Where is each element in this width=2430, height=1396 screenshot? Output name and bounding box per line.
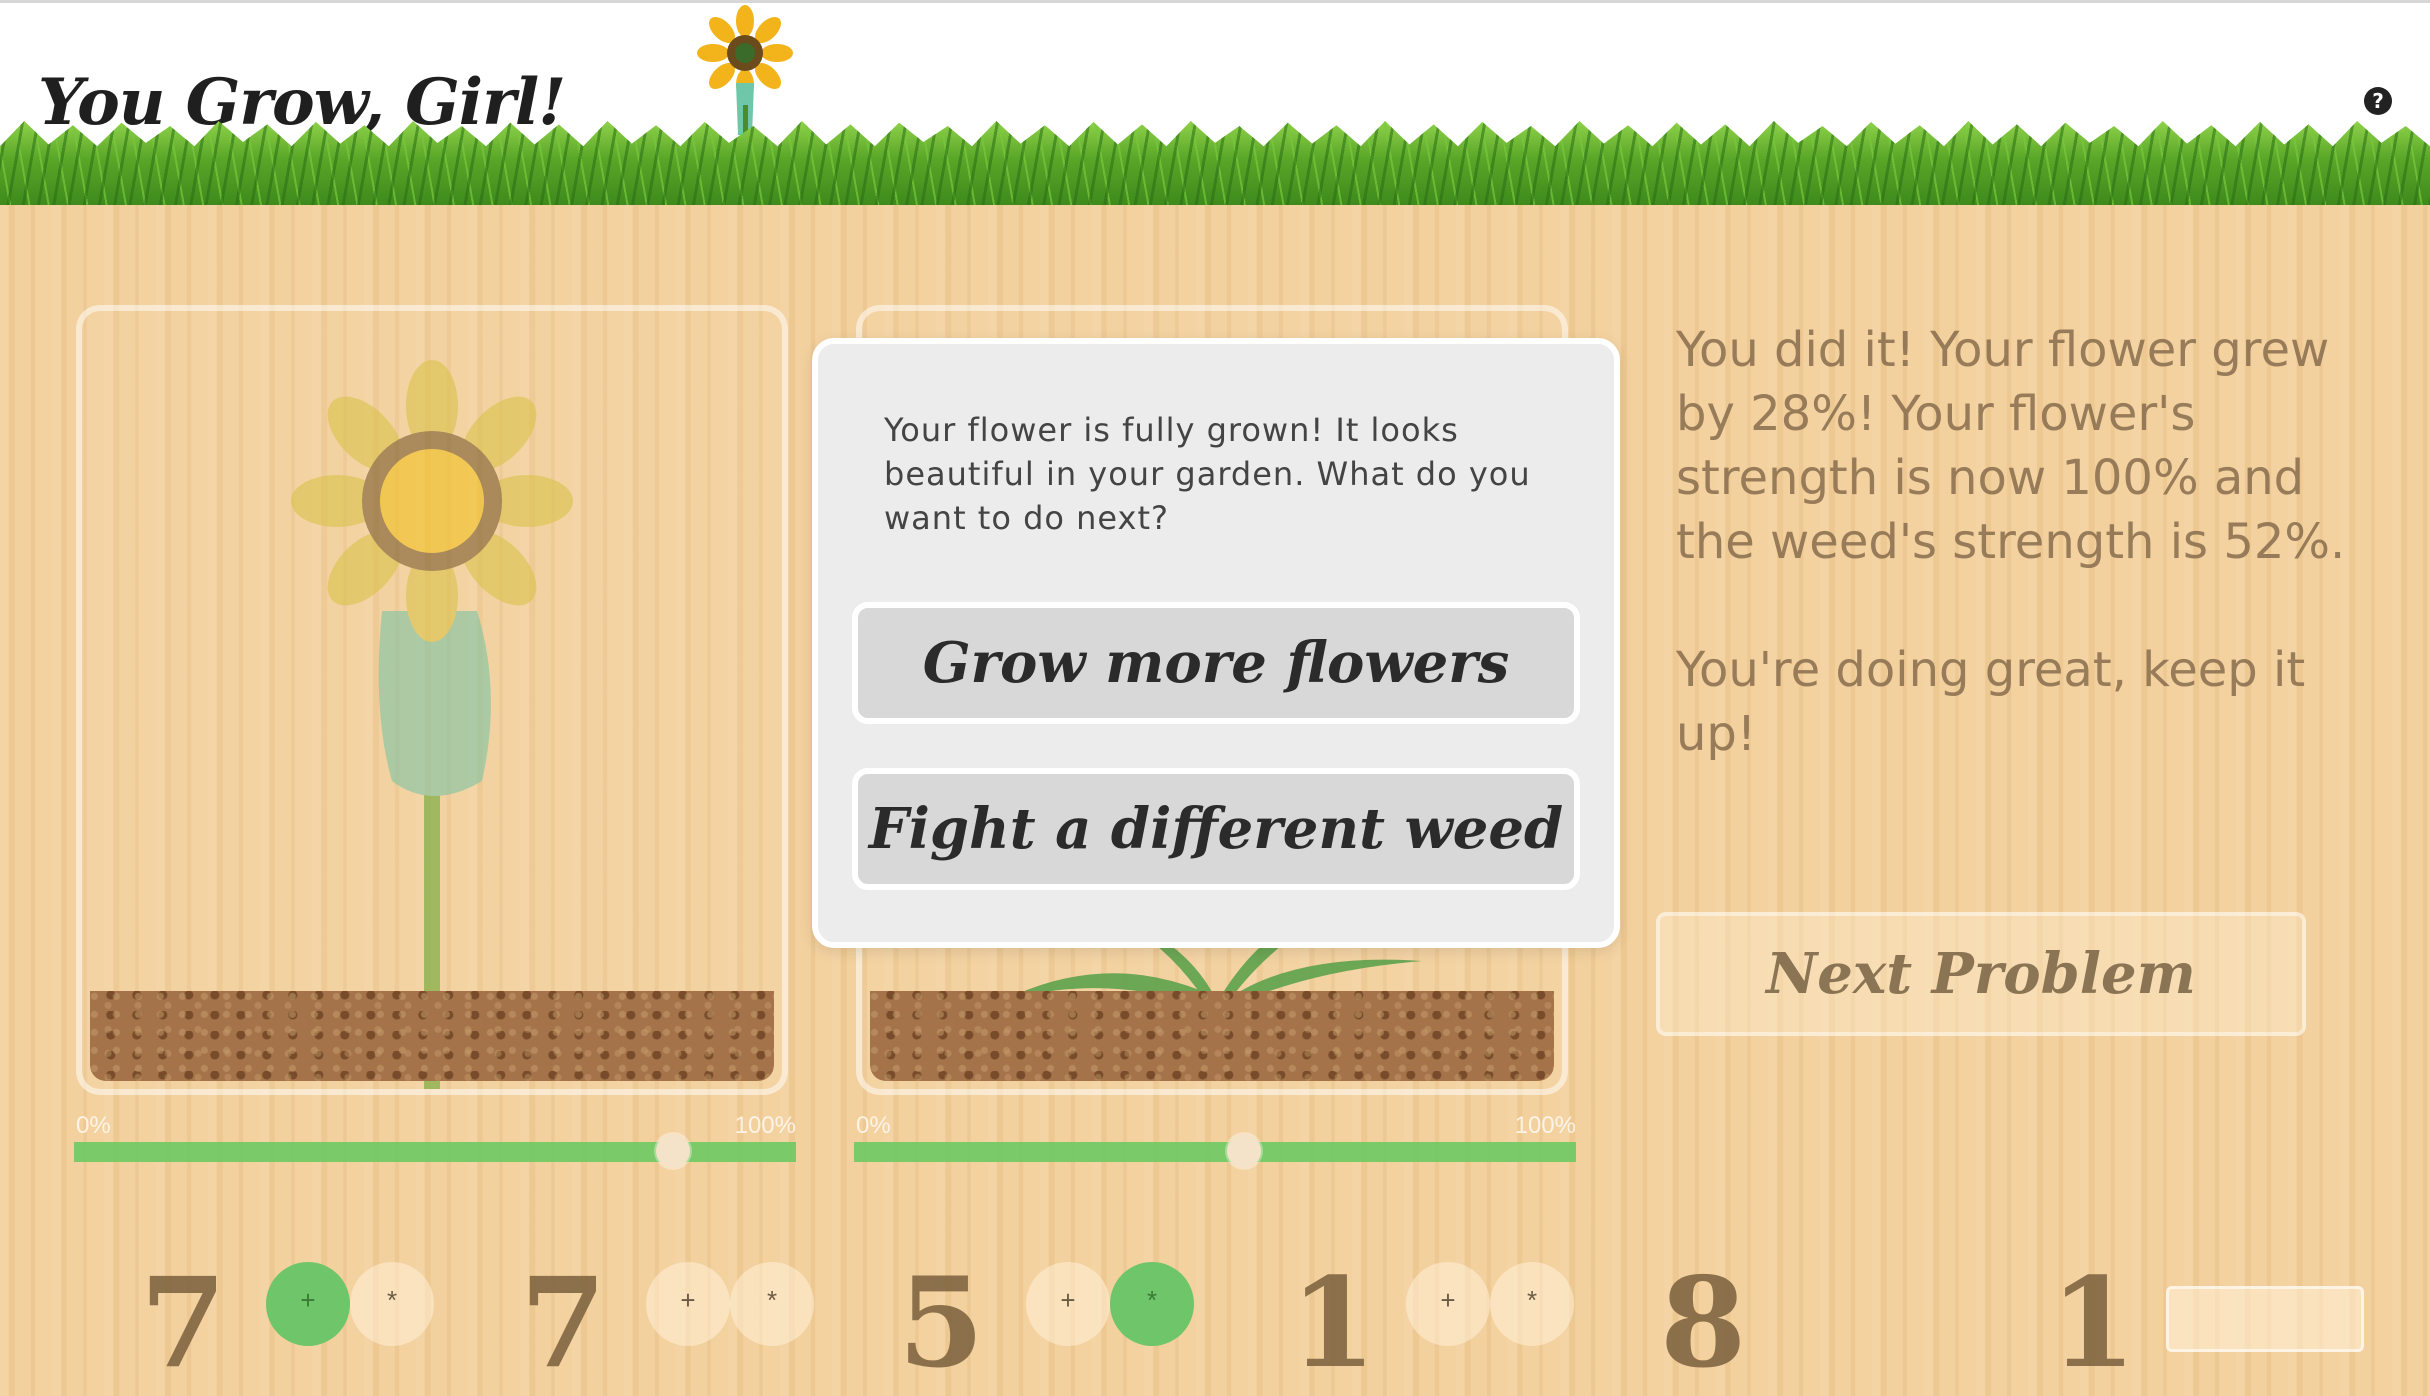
slider-max-label: 100% — [734, 1112, 796, 1139]
submit-button[interactable] — [2166, 1286, 2364, 1352]
plus-operator-button[interactable]: + — [1406, 1262, 1490, 1346]
feedback-result: You did it! Your flower grew by 28%! You… — [1676, 322, 2346, 570]
times-operator-button[interactable]: * — [730, 1262, 814, 1346]
slider-max-label: 100% — [1514, 1112, 1576, 1139]
sunflower-icon — [291, 360, 573, 1089]
digit: 1 — [1290, 1251, 1377, 1396]
slider-track[interactable] — [854, 1142, 1576, 1162]
fight-different-weed-button[interactable]: Fight a different weed — [852, 768, 1580, 890]
feedback-encouragement: You're doing great, keep it up! — [1676, 642, 2306, 762]
times-operator-button[interactable]: * — [1110, 1262, 1194, 1346]
digit: 1 — [2050, 1251, 2137, 1396]
feedback-panel: You did it! Your flower grew by 28%! You… — [1676, 318, 2396, 766]
weed-strength-slider[interactable]: 0% 100% — [854, 1112, 1576, 1168]
times-operator-button[interactable]: * — [1490, 1262, 1574, 1346]
slider-thumb[interactable] — [1226, 1134, 1261, 1168]
slider-thumb[interactable] — [656, 1134, 691, 1168]
completion-dialog: Your flower is fully grown! It looks bea… — [812, 338, 1620, 948]
soil — [90, 991, 774, 1081]
help-icon[interactable]: ? — [2364, 87, 2392, 115]
soil — [870, 991, 1554, 1081]
grass-strip — [0, 121, 2430, 205]
grow-more-flowers-button[interactable]: Grow more flowers — [852, 602, 1580, 724]
plus-operator-button[interactable]: + — [1026, 1262, 1110, 1346]
digit: 5 — [898, 1251, 985, 1396]
next-problem-button[interactable]: Next Problem — [1656, 912, 2306, 1036]
digit: 7 — [520, 1251, 607, 1396]
times-operator-button[interactable]: * — [350, 1262, 434, 1346]
flower-strength-slider[interactable]: 0% 100% — [74, 1112, 796, 1168]
plus-operator-button[interactable]: + — [646, 1262, 730, 1346]
digit: 8 — [1660, 1251, 1747, 1396]
slider-min-label: 0% — [76, 1112, 111, 1139]
flower-pot — [76, 305, 788, 1095]
digit: 7 — [140, 1251, 227, 1396]
app-header: You Grow, Girl! ? — [0, 0, 2430, 205]
slider-min-label: 0% — [856, 1112, 891, 1139]
plus-operator-button[interactable]: + — [266, 1262, 350, 1346]
dialog-message: Your flower is fully grown! It looks bea… — [884, 411, 1531, 537]
